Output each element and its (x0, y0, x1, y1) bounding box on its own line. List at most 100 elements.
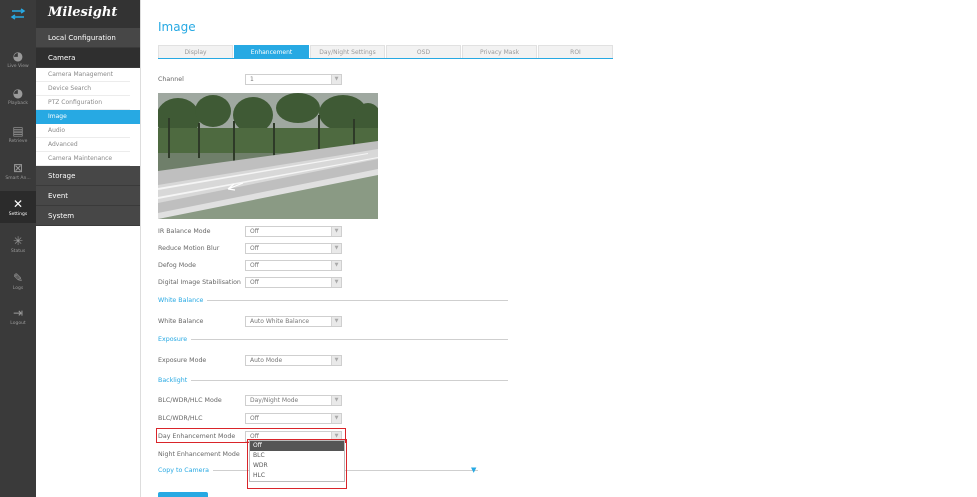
section-divider (191, 338, 508, 340)
exposure-mode-row: Exposure Mode Auto Mode ▼ (158, 354, 342, 366)
dropdown-option-hlc[interactable]: HLC (250, 471, 344, 481)
menu-system[interactable]: System (36, 206, 140, 226)
backlight-section-title: Backlight (158, 376, 188, 384)
menu-audio[interactable]: Audio (36, 124, 130, 138)
main-content: Image Display Enhancement Day/Night Sett… (141, 0, 977, 497)
rail-live-view-label: Live View (7, 63, 29, 69)
rail-live-view[interactable]: ◕ Live View (0, 43, 36, 75)
dropdown-option-off[interactable]: Off (250, 441, 344, 451)
menu-camera[interactable]: Camera (36, 48, 140, 68)
defog-select[interactable]: Off ▼ (245, 259, 342, 271)
rail-retrieve-label: Retrieve (8, 138, 28, 144)
menu-storage[interactable]: Storage (36, 166, 140, 186)
reduce-motion-blur-row: Reduce Motion Blur Off ▼ (158, 242, 342, 254)
section-divider (191, 379, 508, 381)
chevron-down-icon: ▼ (331, 74, 341, 84)
white-balance-select[interactable]: Auto White Balance ▼ (245, 315, 342, 327)
dis-value: Off (250, 278, 259, 286)
exposure-section-title: Exposure (158, 335, 188, 343)
night-enhancement-label: Night Enhancement Mode (158, 450, 240, 458)
tab-roi[interactable]: ROI (538, 45, 613, 59)
channel-label: Channel (158, 75, 184, 83)
defog-label: Defog Mode (158, 261, 196, 269)
menu-camera-maintenance[interactable]: Camera Maintenance (36, 152, 130, 166)
exposure-mode-label: Exposure Mode (158, 356, 207, 364)
milesight-logo: Milesight (36, 0, 140, 28)
tab-underline (158, 58, 613, 59)
settings-menu: Milesight Local Configuration Camera Cam… (36, 0, 141, 497)
white-balance-section-title: White Balance (158, 296, 204, 304)
rail-smart-analysis[interactable]: ⊠ Smart An... (0, 155, 36, 187)
channel-row: Channel 1 ▼ (158, 73, 342, 85)
blc-mode-label: BLC/WDR/HLC Mode (158, 396, 222, 404)
camera-preview-image (158, 93, 378, 219)
logout-icon: ⇥ (12, 305, 24, 320)
blc-mode-value: Day/Night Mode (250, 396, 299, 404)
night-enhancement-row: Night Enhancement Mode (158, 448, 245, 460)
tab-osd[interactable]: OSD (386, 45, 461, 59)
page-title: Image (158, 20, 196, 34)
channel-select[interactable]: 1 ▼ (245, 73, 342, 85)
exposure-mode-select[interactable]: Auto Mode ▼ (245, 354, 342, 366)
white-balance-section: White Balance (158, 295, 508, 305)
day-enhancement-label: Day Enhancement Mode (158, 432, 236, 440)
channel-select-value: 1 (250, 75, 254, 83)
menu-advanced[interactable]: Advanced (36, 138, 130, 152)
rail-logout[interactable]: ⇥ Logout (0, 300, 36, 332)
defog-row: Defog Mode Off ▼ (158, 259, 342, 271)
menu-toggle-icon[interactable] (0, 0, 36, 28)
logs-icon: ✎ (12, 270, 24, 285)
blc-mode-select[interactable]: Day/Night Mode ▼ (245, 394, 342, 406)
menu-local-configuration[interactable]: Local Configuration (36, 28, 140, 48)
dropdown-option-wdr[interactable]: WDR (250, 461, 344, 471)
blc-label: BLC/WDR/HLC (158, 414, 203, 422)
chevron-down-icon: ▼ (331, 226, 341, 236)
tab-display[interactable]: Display (158, 45, 233, 59)
dis-select[interactable]: Off ▼ (245, 276, 342, 288)
menu-ptz-configuration[interactable]: PTZ Configuration (36, 96, 130, 110)
tab-enhancement[interactable]: Enhancement (234, 45, 309, 59)
dropdown-option-blc[interactable]: BLC (250, 451, 344, 461)
white-balance-row: White Balance Auto White Balance ▼ (158, 315, 342, 327)
ir-balance-row: IR Balance Mode Off ▼ (158, 225, 342, 237)
section-divider (207, 299, 508, 301)
icon-rail: ◕ Live View ◕ Playback ▤ Retrieve ⊠ Smar… (0, 0, 36, 497)
expand-arrow-icon[interactable]: ▼ (471, 466, 476, 474)
backlight-section: Backlight (158, 375, 508, 385)
rail-logs-label: Logs (12, 285, 24, 291)
tab-bar: Display Enhancement Day/Night Settings O… (158, 45, 614, 59)
rail-playback-label: Playback (7, 100, 29, 106)
rail-smart-analysis-label: Smart An... (5, 175, 31, 181)
day-enhancement-dropdown: Off BLC WDR HLC (249, 440, 345, 482)
menu-camera-management[interactable]: Camera Management (36, 68, 130, 82)
rail-retrieve[interactable]: ▤ Retrieve (0, 118, 36, 150)
tab-privacy-mask[interactable]: Privacy Mask (462, 45, 537, 59)
chevron-down-icon: ▼ (331, 355, 341, 365)
white-balance-value: Auto White Balance (250, 317, 310, 325)
smart-analysis-icon: ⊠ (12, 160, 24, 175)
menu-event[interactable]: Event (36, 186, 140, 206)
exposure-section: Exposure (158, 334, 508, 344)
copy-to-camera-link[interactable]: Copy to Camera (158, 467, 209, 474)
rail-playback[interactable]: ◕ Playback (0, 80, 36, 112)
blc-value: Off (250, 414, 259, 422)
rail-logs[interactable]: ✎ Logs (0, 265, 36, 297)
menu-image[interactable]: Image (36, 110, 140, 124)
rail-settings[interactable]: ✕ Settings (0, 191, 36, 223)
defog-value: Off (250, 261, 259, 269)
ir-balance-select[interactable]: Off ▼ (245, 225, 342, 237)
live-view-icon: ◕ (12, 48, 24, 63)
reduce-motion-blur-select[interactable]: Off ▼ (245, 242, 342, 254)
white-balance-label: White Balance (158, 317, 204, 325)
tab-day-night-settings[interactable]: Day/Night Settings (310, 45, 385, 59)
settings-icon: ✕ (12, 196, 24, 211)
chevron-down-icon: ▼ (331, 260, 341, 270)
blc-select[interactable]: Off ▼ (245, 412, 342, 424)
playback-icon: ◕ (12, 85, 24, 100)
chevron-down-icon: ▼ (331, 395, 341, 405)
menu-device-search[interactable]: Device Search (36, 82, 130, 96)
save-button[interactable] (158, 492, 208, 497)
dis-row: Digital Image Stabilisation Off ▼ (158, 276, 342, 288)
dis-label: Digital Image Stabilisation (158, 278, 241, 286)
rail-status[interactable]: ✳ Status (0, 228, 36, 260)
